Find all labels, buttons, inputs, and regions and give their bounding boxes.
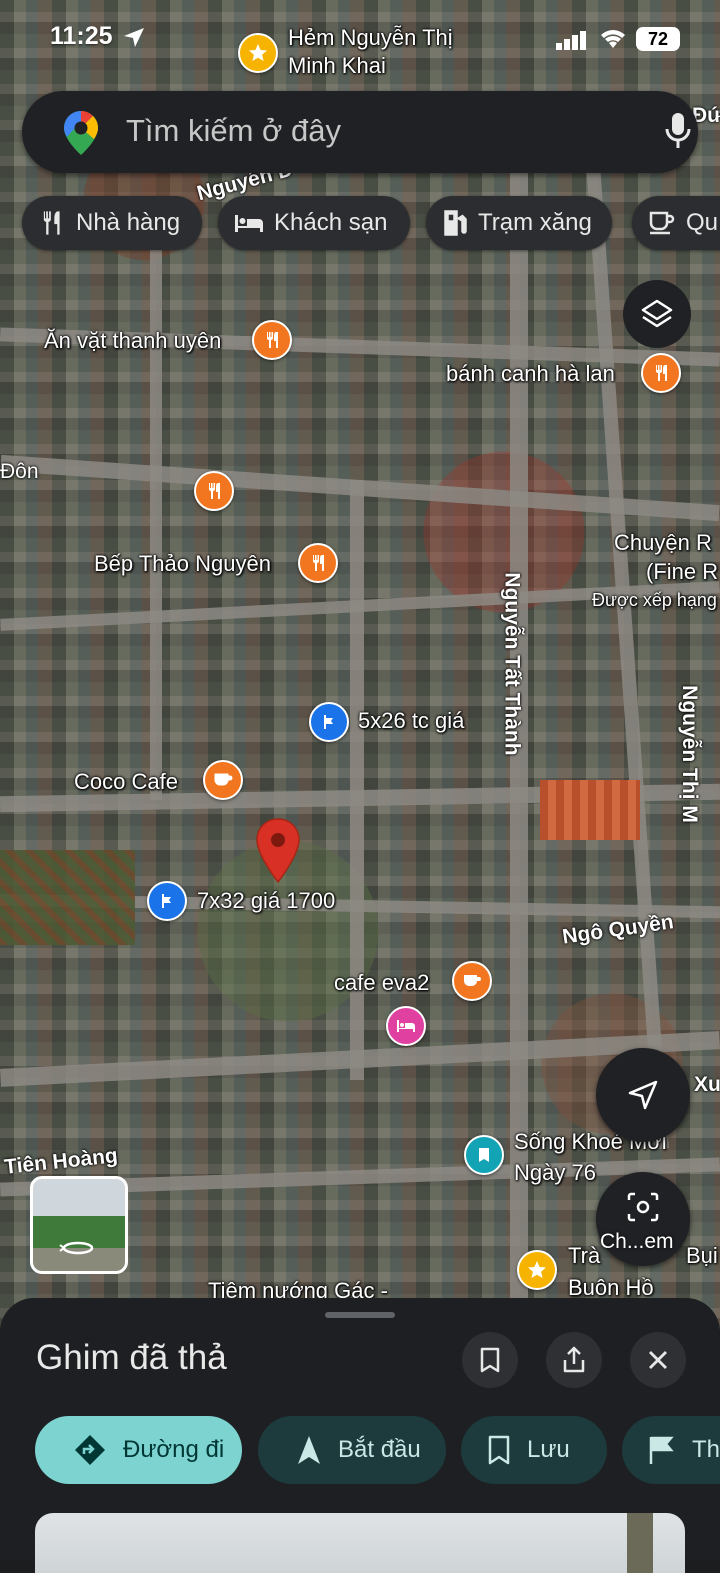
road-label: Xu bbox=[694, 1073, 720, 1096]
battery-indicator: 72 bbox=[636, 27, 680, 51]
chip-label: Nhà hàng bbox=[76, 209, 181, 236]
chip-label: Khách sạn bbox=[274, 209, 388, 236]
poi-label[interactable]: bánh canh hà lan bbox=[446, 361, 615, 387]
road-label: Nguyễn Thị M bbox=[677, 685, 701, 823]
action-label: Bắt đầu bbox=[338, 1436, 421, 1463]
maps-logo-icon bbox=[64, 111, 98, 155]
microphone-icon[interactable] bbox=[664, 111, 692, 151]
save-icon-button[interactable] bbox=[462, 1332, 518, 1388]
restaurant-icon bbox=[43, 211, 60, 235]
coffee-icon bbox=[649, 211, 675, 235]
chip-restaurants[interactable]: Nhà hàng bbox=[22, 196, 202, 250]
share-icon bbox=[563, 1346, 585, 1373]
bottom-sheet[interactable]: Ghim đã thả Đường đi Bắt đầu Lưu Th bbox=[0, 1298, 720, 1573]
search-input[interactable]: Tìm kiếm ở đây bbox=[126, 113, 341, 149]
health-poi-icon[interactable] bbox=[464, 1135, 504, 1175]
poi-label[interactable]: Bếp Thảo Nguyên bbox=[94, 551, 271, 577]
flag-poi-icon[interactable] bbox=[309, 702, 349, 742]
place-title: Ghim đã thả bbox=[36, 1338, 227, 1377]
poi-label[interactable]: cafe eva2 bbox=[334, 970, 429, 996]
navigation-arrow-icon bbox=[298, 1436, 320, 1464]
poi-label[interactable]: Chuyện R (Fine R Được xếp hạng bbox=[592, 528, 718, 615]
poi-label[interactable]: 5x26 tc giá bbox=[358, 708, 464, 734]
directions-icon bbox=[75, 1435, 105, 1465]
road-label-nguyen-tat-thanh: Nguyễn Tất Thành bbox=[500, 572, 524, 756]
label-button[interactable]: Th bbox=[622, 1416, 720, 1484]
road-label: Đôn bbox=[0, 460, 39, 483]
hotel-poi-icon[interactable] bbox=[386, 1006, 426, 1046]
save-button[interactable]: Lưu bbox=[461, 1416, 607, 1484]
status-time: 11:25 bbox=[50, 22, 113, 50]
place-photo-preview[interactable] bbox=[35, 1513, 685, 1573]
dropped-pin-icon[interactable] bbox=[255, 818, 301, 889]
close-icon bbox=[649, 1351, 667, 1369]
restaurant-poi-icon[interactable] bbox=[194, 471, 234, 511]
restaurant-poi-icon[interactable] bbox=[298, 543, 338, 583]
cellular-signal-icon bbox=[556, 31, 586, 50]
poi-label[interactable]: Bụi bbox=[686, 1243, 718, 1269]
lens-camera-button[interactable]: Ch...em bbox=[596, 1172, 690, 1266]
camera-icon bbox=[627, 1192, 659, 1222]
bookmark-icon bbox=[480, 1347, 500, 1373]
navigation-arrow-icon bbox=[628, 1080, 658, 1110]
restaurant-poi-icon[interactable] bbox=[252, 320, 292, 360]
action-label: Th bbox=[692, 1436, 720, 1463]
flag-icon bbox=[649, 1436, 674, 1464]
search-bar[interactable]: Tìm kiếm ở đây bbox=[22, 91, 698, 173]
gas-station-icon bbox=[444, 210, 467, 236]
star-poi-icon[interactable] bbox=[517, 1250, 557, 1290]
street-view-360-icon bbox=[59, 1241, 94, 1255]
start-button[interactable]: Bắt đầu bbox=[258, 1416, 446, 1484]
close-button[interactable] bbox=[630, 1332, 686, 1388]
chip-hotels[interactable]: Khách sạn bbox=[218, 196, 410, 250]
poi-label[interactable]: 7x32 giá 1700 bbox=[197, 888, 335, 914]
chip-label: Trạm xăng bbox=[478, 209, 592, 236]
location-arrow-icon bbox=[124, 28, 144, 47]
bookmark-icon bbox=[488, 1435, 510, 1465]
poi-label[interactable]: Coco Cafe bbox=[74, 769, 178, 795]
poi-label[interactable]: Ăn vặt thanh uyên bbox=[44, 328, 221, 354]
directions-button[interactable]: Đường đi bbox=[35, 1416, 242, 1484]
status-bar: 11:25 72 bbox=[0, 0, 720, 80]
coffee-poi-icon[interactable] bbox=[452, 961, 492, 1001]
chip-label: Qu bbox=[686, 209, 719, 236]
camera-label: Ch...em bbox=[600, 1230, 674, 1253]
hotel-icon bbox=[235, 215, 263, 232]
drag-handle[interactable] bbox=[325, 1312, 395, 1318]
chip-coffee[interactable]: Qu bbox=[632, 196, 720, 250]
flag-poi-icon[interactable] bbox=[147, 881, 187, 921]
chip-gas-stations[interactable]: Trạm xăng bbox=[426, 196, 612, 250]
coffee-poi-icon[interactable] bbox=[203, 760, 243, 800]
street-view-thumbnail[interactable] bbox=[30, 1176, 128, 1274]
restaurant-poi-icon[interactable] bbox=[641, 353, 681, 393]
wifi-icon bbox=[601, 30, 625, 48]
my-location-button[interactable] bbox=[596, 1048, 690, 1142]
action-label: Đường đi bbox=[123, 1436, 225, 1463]
road-label: Tiên Hoàng bbox=[3, 1144, 119, 1179]
action-label: Lưu bbox=[527, 1436, 570, 1463]
layers-icon bbox=[641, 299, 673, 328]
share-button[interactable] bbox=[546, 1332, 602, 1388]
layers-button[interactable] bbox=[623, 280, 691, 348]
